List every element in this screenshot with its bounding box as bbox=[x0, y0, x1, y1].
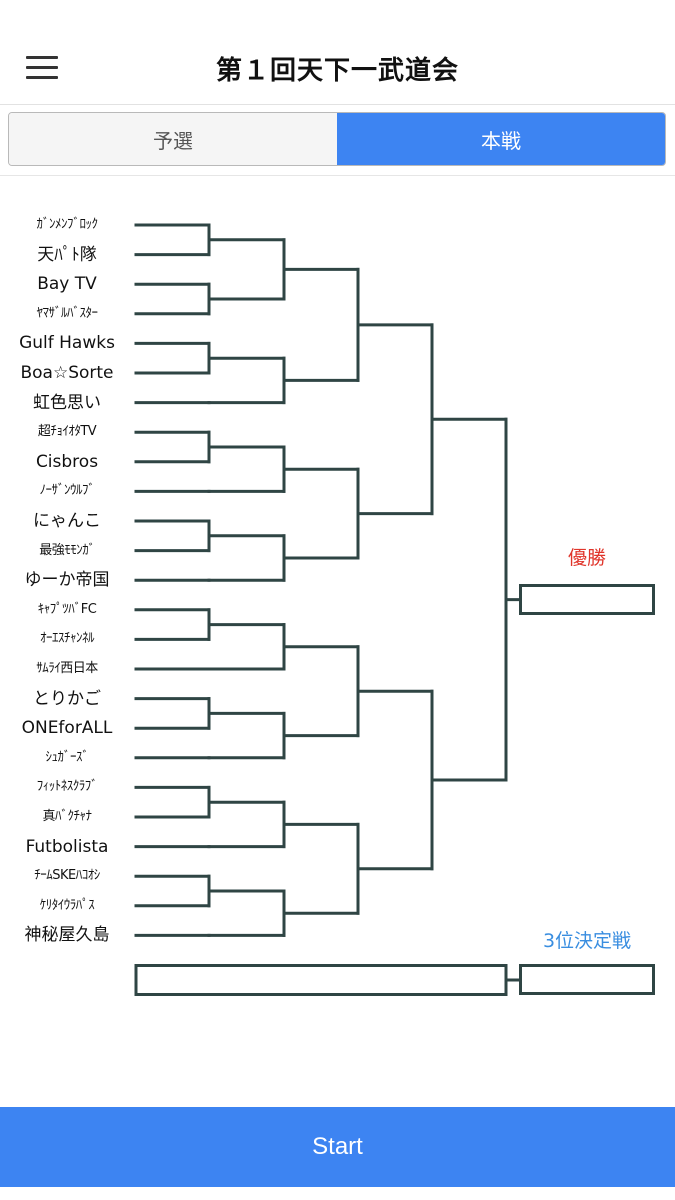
third-place-label: 3位決定戦 bbox=[542, 930, 632, 952]
start-button[interactable]: Start bbox=[0, 1107, 675, 1187]
champion-slot bbox=[519, 584, 655, 615]
third-place-slot bbox=[519, 964, 655, 995]
third-place-match-bracket bbox=[134, 964, 508, 996]
champion-label: 優勝 bbox=[567, 547, 606, 569]
